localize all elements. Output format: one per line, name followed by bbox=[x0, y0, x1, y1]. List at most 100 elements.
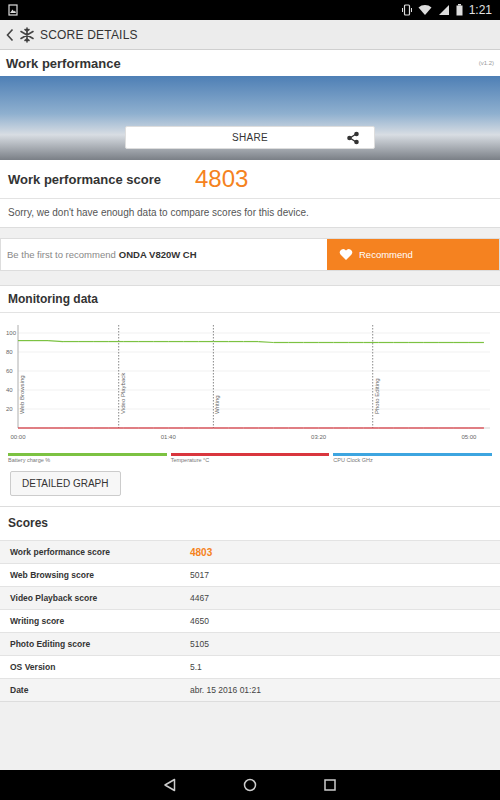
x-tick: 01:40 bbox=[161, 434, 177, 440]
signal-icon bbox=[438, 4, 450, 16]
status-bar: 1:21 bbox=[0, 0, 500, 20]
back-arrow-icon[interactable] bbox=[6, 28, 14, 42]
score-table-row: Work performance score 4803 bbox=[0, 540, 500, 563]
work-performance-card: Work performance (v1.2) SHARE Work perfo… bbox=[0, 50, 500, 228]
series-segment bbox=[349, 427, 364, 428]
card-header: Work performance (v1.2) bbox=[0, 50, 500, 76]
scores-section: Scores Work performance score 4803Web Br… bbox=[0, 507, 500, 702]
x-tick: 05:00 bbox=[461, 434, 477, 440]
version-label: (v1.2) bbox=[479, 60, 494, 66]
monitoring-title: Monitoring data bbox=[0, 286, 500, 313]
legend-swatch bbox=[333, 453, 492, 456]
status-time: 1:21 bbox=[469, 3, 492, 17]
series-segment bbox=[213, 427, 228, 428]
series-segment bbox=[33, 340, 48, 341]
battery-icon bbox=[456, 4, 463, 16]
row-label: Web Browsing score bbox=[0, 570, 190, 580]
home-circle-icon[interactable] bbox=[243, 778, 257, 792]
series-segment bbox=[228, 341, 243, 342]
series-segment bbox=[198, 341, 213, 342]
section-label: Video Playback bbox=[120, 372, 126, 414]
series-segment bbox=[213, 341, 228, 342]
monitoring-card: Monitoring data 10080604020Web BrowsingV… bbox=[0, 285, 500, 507]
app-bar: SCORE DETAILS bbox=[0, 20, 500, 50]
compare-note: Sorry, we don't have enough data to comp… bbox=[0, 199, 500, 227]
series-segment bbox=[379, 342, 394, 343]
y-tick: 40 bbox=[6, 387, 13, 393]
y-tick: 80 bbox=[6, 349, 13, 355]
score-table-row: Date abr. 15 2016 01:21 bbox=[0, 678, 500, 701]
series-segment bbox=[18, 340, 33, 341]
series-segment bbox=[349, 342, 364, 343]
row-value: abr. 15 2016 01:21 bbox=[190, 685, 261, 695]
row-label: Video Playback score bbox=[0, 593, 190, 603]
banner-photo: SHARE bbox=[0, 76, 500, 160]
series-segment bbox=[304, 427, 319, 428]
series-segment bbox=[243, 341, 258, 342]
grid-line bbox=[18, 390, 490, 391]
series-segment bbox=[138, 427, 153, 428]
series-segment bbox=[334, 342, 349, 343]
snowflake-logo-icon bbox=[19, 27, 35, 43]
series-segment bbox=[454, 427, 469, 428]
section-label: Photo Editing bbox=[374, 378, 380, 414]
series-segment bbox=[289, 342, 304, 343]
share-button[interactable]: SHARE bbox=[125, 126, 375, 149]
image-notification-icon bbox=[8, 4, 18, 16]
series-segment bbox=[469, 342, 484, 343]
series-segment bbox=[439, 427, 454, 428]
series-segment bbox=[168, 341, 183, 342]
series-segment bbox=[78, 341, 93, 342]
series-segment bbox=[274, 342, 289, 343]
share-label: SHARE bbox=[232, 132, 268, 143]
device-name: ONDA V820W CH bbox=[119, 249, 197, 260]
row-label: OS Version bbox=[0, 662, 190, 672]
row-label: Work performance score bbox=[0, 547, 190, 557]
series-segment bbox=[334, 427, 349, 428]
card-title: Work performance bbox=[6, 56, 121, 71]
y-tick: 20 bbox=[6, 406, 13, 412]
navigation-bar bbox=[0, 770, 500, 800]
series-segment bbox=[304, 342, 319, 343]
legend-swatch bbox=[8, 453, 167, 456]
series-segment bbox=[409, 342, 424, 343]
series-segment bbox=[108, 341, 123, 342]
series-segment bbox=[18, 427, 33, 428]
series-segment bbox=[364, 427, 379, 428]
legend-swatch bbox=[171, 453, 330, 456]
series-segment bbox=[33, 427, 48, 428]
series-segment bbox=[183, 341, 198, 342]
recommend-button[interactable]: Recommend bbox=[327, 239, 499, 270]
series-segment bbox=[93, 427, 108, 428]
grid-line bbox=[18, 333, 490, 334]
series-segment bbox=[168, 427, 183, 428]
series-segment bbox=[394, 342, 409, 343]
row-value: 4803 bbox=[190, 547, 212, 558]
detailed-graph-button[interactable]: DETAILED GRAPH bbox=[10, 471, 121, 496]
recommend-label: Recommend bbox=[359, 249, 413, 260]
series-segment bbox=[63, 427, 78, 428]
grid-line bbox=[18, 409, 490, 410]
series-segment bbox=[394, 427, 409, 428]
series-segment bbox=[93, 341, 108, 342]
score-value: 4803 bbox=[195, 165, 248, 193]
row-label: Writing score bbox=[0, 616, 190, 626]
series-segment bbox=[138, 341, 153, 342]
heart-icon bbox=[339, 248, 353, 261]
recents-square-icon[interactable] bbox=[323, 778, 337, 792]
series-segment bbox=[258, 341, 273, 343]
score-table-row: Web Browsing score 5017 bbox=[0, 563, 500, 586]
series-segment bbox=[123, 427, 138, 428]
series-segment bbox=[183, 427, 198, 428]
scores-title: Scores bbox=[0, 507, 500, 540]
series-segment bbox=[123, 341, 138, 342]
row-value: 5.1 bbox=[190, 662, 202, 672]
app-bar-title: SCORE DETAILS bbox=[40, 28, 138, 42]
series-segment bbox=[48, 340, 63, 342]
y-tick: 60 bbox=[6, 368, 13, 374]
series-segment bbox=[78, 427, 93, 428]
content: Work performance (v1.2) SHARE Work perfo… bbox=[0, 50, 500, 770]
back-triangle-icon[interactable] bbox=[163, 778, 177, 792]
screen: 1:21 SCORE DETAILS Work performance (v1.… bbox=[0, 0, 500, 800]
series-segment bbox=[153, 427, 168, 428]
